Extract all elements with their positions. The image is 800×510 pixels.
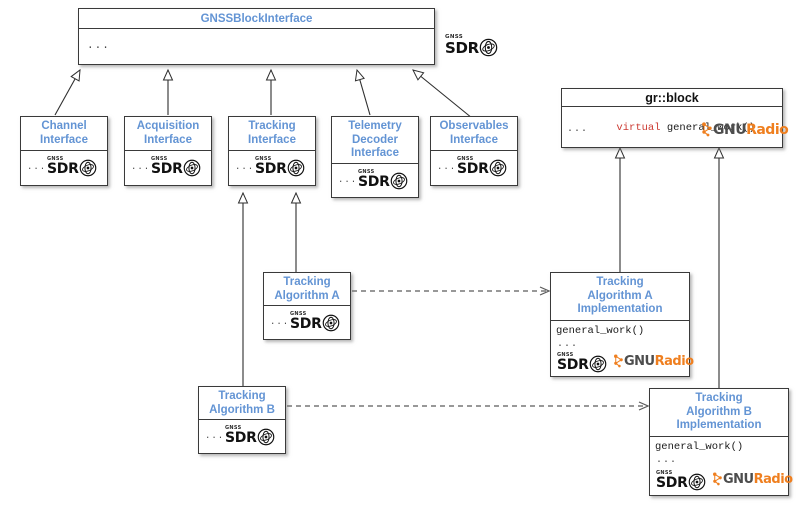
node-tracking-algorithm-b-impl[interactable]: Tracking Algorithm B Implementation gene…	[649, 388, 793, 496]
node-body: ... GNSS SDR	[332, 164, 418, 198]
gnss-logo-main-text: SDR	[151, 161, 183, 177]
edge-telemetry-decoder-interface-generalization	[354, 68, 371, 116]
gnss-sdr-logo: GNSS SDR	[358, 170, 408, 190]
gnuradio-logo: GNU Radio	[701, 121, 789, 138]
gnss-logo-main-text: SDR	[225, 430, 257, 446]
body-ellipsis: ...	[567, 124, 589, 135]
node-gnss-block-interface[interactable]: GNSSBlockInterface ... GNSS SDR	[78, 8, 498, 65]
gnss-sdr-logo: GNSS SDR	[255, 157, 305, 177]
node-body: ... GNSS SDR	[264, 306, 350, 340]
gnss-sdr-logo: GNSS SDR	[557, 353, 607, 373]
gnss-satellite-orbit-icon	[589, 355, 606, 373]
node-body: ... GNSS SDR	[229, 151, 315, 186]
body-ellipsis: ...	[235, 162, 255, 172]
body-ellipsis: ...	[270, 317, 290, 327]
gnss-sdr-logo: GNSS SDR	[225, 426, 275, 446]
body-ellipsis: ...	[205, 431, 225, 441]
body-ellipsis: ...	[656, 455, 678, 466]
gnuradio-molecule-icon	[702, 122, 712, 137]
body-ellipsis: ...	[437, 162, 457, 172]
gnuradio-logo-radio-text: Radio	[654, 353, 694, 369]
gnss-logo-main-text: SDR	[445, 38, 479, 57]
gnuradio-logo-radio-text: Radio	[753, 471, 793, 487]
node-tracking-algorithm-a[interactable]: Tracking Algorithm A ... GNSS SDR	[263, 272, 351, 340]
gnss-logo-main-text: SDR	[457, 161, 489, 177]
node-title: Acquisition Interface	[125, 117, 211, 151]
body-ellipsis: ...	[338, 175, 358, 185]
gnuradio-logo-gnu-text: GNU	[713, 121, 747, 138]
gnss-sdr-logo: GNSS SDR	[445, 34, 498, 57]
node-acquisition-interface[interactable]: Acquisition Interface ... GNSS SDR	[124, 116, 212, 186]
node-title: Tracking Algorithm A Implementation	[551, 273, 689, 321]
node-body: virtual general_work() ... GNU Radio	[562, 107, 789, 147]
gnuradio-logo-gnu-text: GNU	[723, 471, 754, 487]
gnss-satellite-orbit-icon	[390, 172, 407, 190]
gnss-satellite-orbit-icon	[79, 159, 96, 177]
gnss-satellite-orbit-icon	[287, 159, 304, 177]
gnuradio-logo-radio-text: Radio	[746, 121, 789, 138]
edge-channel-interface-generalization	[54, 68, 81, 116]
gnss-satellite-orbit-icon	[257, 428, 274, 446]
node-body: ... GNSS SDR	[79, 29, 498, 65]
node-title: Channel Interface	[21, 117, 107, 151]
node-tracking-algorithm-b[interactable]: Tracking Algorithm B ... GNSS SDR	[198, 386, 286, 454]
node-telemetry-decoder-interface[interactable]: Telemetry Decoder Interface ... GNSS SDR	[331, 116, 419, 198]
node-body: general_work() ... GNSS SDR GNU Radio	[650, 437, 793, 495]
node-body: ... GNSS SDR	[125, 151, 211, 186]
node-body: general_work() ... GNSS SDR GNU Radio	[551, 321, 694, 376]
body-ellipsis: ...	[87, 40, 110, 52]
gnuradio-logo-gnu-text: GNU	[624, 353, 655, 369]
gnss-satellite-orbit-icon	[688, 473, 705, 491]
gnuradio-logo: GNU Radio	[613, 354, 694, 368]
gnss-sdr-logo: GNSS SDR	[151, 157, 201, 177]
gnss-logo-main-text: SDR	[255, 161, 287, 177]
gnuradio-logo: GNU Radio	[712, 472, 793, 486]
gnss-satellite-orbit-icon	[183, 159, 200, 177]
node-title: Tracking Algorithm B Implementation	[650, 389, 788, 437]
body-ellipsis: ...	[27, 162, 47, 172]
node-gr-block[interactable]: gr::block virtual general_work() ... GNU…	[561, 88, 789, 148]
gnss-satellite-orbit-icon	[479, 38, 498, 56]
node-observables-interface[interactable]: Observables Interface ... GNSS SDR	[430, 116, 518, 186]
gnuradio-molecule-icon	[614, 354, 623, 368]
gnss-logo-main-text: SDR	[358, 174, 390, 190]
node-tracking-algorithm-a-impl[interactable]: Tracking Algorithm A Implementation gene…	[550, 272, 694, 377]
node-title: Tracking Interface	[229, 117, 315, 151]
gnss-satellite-orbit-icon	[489, 159, 506, 177]
gnss-satellite-orbit-icon	[322, 314, 339, 332]
impl-method-signature: general_work()	[556, 325, 645, 337]
node-title: Telemetry Decoder Interface	[332, 117, 418, 164]
impl-method-signature: general_work()	[655, 441, 744, 453]
node-title: GNSSBlockInterface	[79, 9, 434, 29]
gnuradio-molecule-icon	[713, 472, 722, 486]
node-title: Tracking Algorithm A	[264, 273, 350, 306]
gnss-sdr-logo: GNSS SDR	[47, 157, 97, 177]
node-title: Observables Interface	[431, 117, 517, 151]
gnss-logo-main-text: SDR	[290, 316, 322, 332]
uml-class-diagram: GNSSBlockInterface ... GNSS SDR Channel …	[0, 0, 800, 510]
node-body: ... GNSS SDR	[21, 151, 107, 186]
node-title: Tracking Algorithm B	[199, 387, 285, 420]
body-ellipsis: ...	[557, 339, 579, 350]
node-channel-interface[interactable]: Channel Interface ... GNSS SDR	[20, 116, 108, 186]
gnss-logo-main-text: SDR	[557, 357, 589, 373]
node-body: ... GNSS SDR	[199, 420, 285, 454]
gnss-sdr-logo: GNSS SDR	[656, 471, 706, 491]
node-tracking-interface[interactable]: Tracking Interface ... GNSS SDR	[228, 116, 316, 186]
gnss-logo-main-text: SDR	[656, 475, 688, 491]
virtual-keyword: virtual	[616, 122, 661, 134]
gnss-logo-main-text: SDR	[47, 161, 79, 177]
node-body: ... GNSS SDR	[431, 151, 517, 186]
edge-observables-interface-generalization	[412, 69, 473, 119]
gnss-sdr-logo: GNSS SDR	[290, 312, 340, 332]
body-ellipsis: ...	[131, 162, 151, 172]
gnss-sdr-logo: GNSS SDR	[457, 157, 507, 177]
node-title: gr::block	[562, 89, 782, 107]
